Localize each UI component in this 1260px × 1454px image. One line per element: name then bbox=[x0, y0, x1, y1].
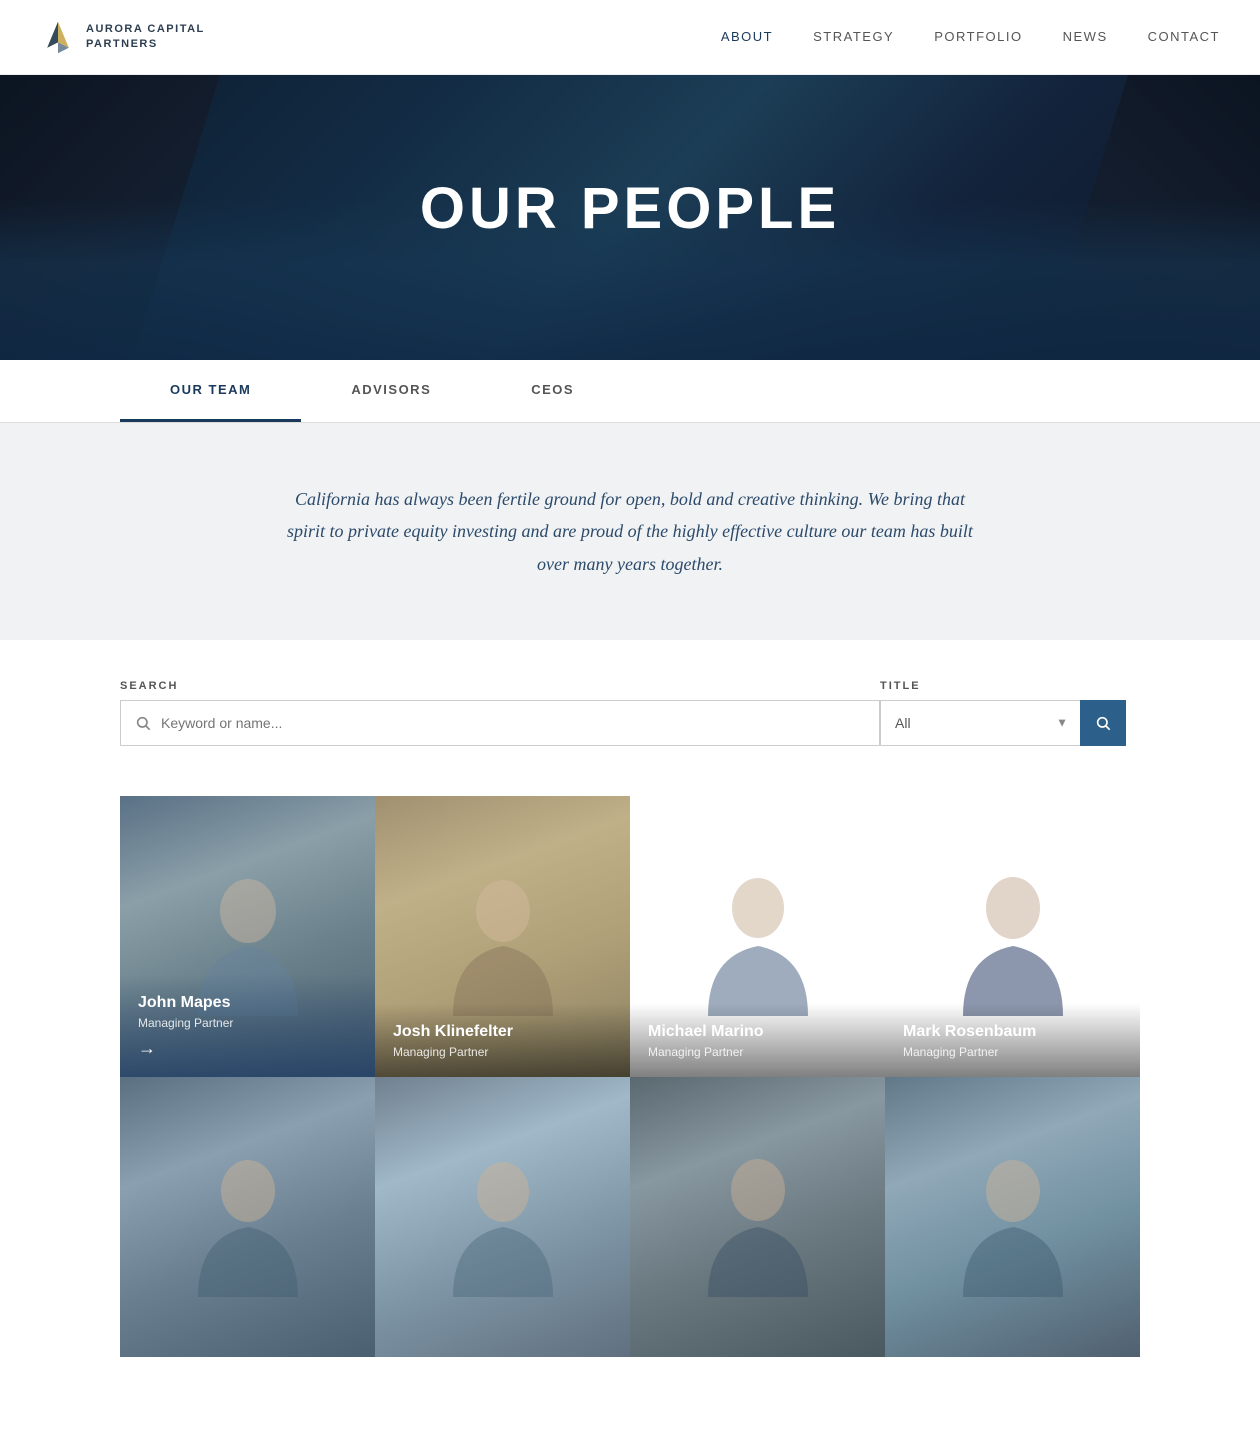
card-overlay-josh: Josh Klinefelter Managing Partner bbox=[375, 1003, 630, 1077]
navbar: AURORA CAPITAL PARTNERS ABOUT STRATEGY P… bbox=[0, 0, 1260, 75]
logo-icon bbox=[40, 19, 76, 55]
person-silhouette-mark bbox=[953, 856, 1073, 1016]
team-card-michael-marino[interactable]: Michael Marino Managing Partner bbox=[630, 796, 885, 1077]
arrow-icon-john: → bbox=[138, 1038, 357, 1059]
nav-item-about[interactable]: ABOUT bbox=[721, 28, 773, 46]
title-group: TITLE All Managing Partner Partner Princ… bbox=[880, 680, 1140, 746]
title-label: TITLE bbox=[880, 680, 1140, 692]
tab-our-team[interactable]: OUR TEAM bbox=[120, 360, 301, 422]
person-silhouette-row2-2 bbox=[443, 1137, 563, 1297]
team-grid: John Mapes Managing Partner → Josh Kline… bbox=[0, 776, 1260, 1417]
tab-ceos[interactable]: CEOS bbox=[481, 360, 624, 422]
tabs-bar: OUR TEAM ADVISORS CEOS bbox=[0, 360, 1260, 423]
card-title-michael: Managing Partner bbox=[648, 1045, 867, 1059]
person-photo-row2-4 bbox=[885, 1077, 1140, 1358]
search-group: SEARCH bbox=[120, 680, 880, 746]
card-title-josh: Managing Partner bbox=[393, 1045, 612, 1059]
team-card-row2-2[interactable] bbox=[375, 1077, 630, 1358]
person-photo-row2-3 bbox=[630, 1077, 885, 1358]
person-photo-row2-1 bbox=[120, 1077, 375, 1358]
search-input[interactable] bbox=[161, 715, 865, 731]
search-button[interactable] bbox=[1080, 700, 1126, 746]
card-title-mark: Managing Partner bbox=[903, 1045, 1122, 1059]
team-card-josh-klinefelter[interactable]: Josh Klinefelter Managing Partner bbox=[375, 796, 630, 1077]
card-name-mark: Mark Rosenbaum bbox=[903, 1023, 1122, 1041]
person-silhouette-josh bbox=[443, 856, 563, 1016]
team-card-row2-3[interactable] bbox=[630, 1077, 885, 1358]
team-card-row2-4[interactable] bbox=[885, 1077, 1140, 1358]
search-button-icon bbox=[1095, 715, 1111, 731]
title-select[interactable]: All Managing Partner Partner Principal A… bbox=[880, 700, 1080, 746]
logo[interactable]: AURORA CAPITAL PARTNERS bbox=[40, 19, 205, 55]
team-card-row2-1[interactable] bbox=[120, 1077, 375, 1358]
search-label: SEARCH bbox=[120, 680, 880, 692]
card-overlay-john: John Mapes Managing Partner → bbox=[120, 974, 375, 1077]
nav-links: ABOUT STRATEGY PORTFOLIO NEWS CONTACT bbox=[721, 28, 1220, 46]
nav-item-contact[interactable]: CONTACT bbox=[1148, 28, 1220, 46]
person-silhouette-row2-4 bbox=[953, 1137, 1073, 1297]
person-silhouette-row2-1 bbox=[188, 1137, 308, 1297]
tagline-section: California has always been fertile groun… bbox=[0, 423, 1260, 640]
tab-advisors[interactable]: ADVISORS bbox=[301, 360, 481, 422]
search-icon bbox=[135, 715, 151, 731]
nav-item-strategy[interactable]: STRATEGY bbox=[813, 28, 894, 46]
card-overlay-mark: Mark Rosenbaum Managing Partner bbox=[885, 1003, 1140, 1077]
card-name-michael: Michael Marino bbox=[648, 1023, 867, 1041]
nav-item-news[interactable]: NEWS bbox=[1063, 28, 1108, 46]
title-select-wrap: All Managing Partner Partner Principal A… bbox=[880, 700, 1140, 746]
person-photo-row2-2 bbox=[375, 1077, 630, 1358]
title-select-container: All Managing Partner Partner Principal A… bbox=[880, 700, 1080, 746]
card-title-john: Managing Partner bbox=[138, 1016, 357, 1030]
person-silhouette-michael bbox=[698, 856, 818, 1016]
team-card-mark-rosenbaum[interactable]: Mark Rosenbaum Managing Partner bbox=[885, 796, 1140, 1077]
search-input-wrap bbox=[120, 700, 880, 746]
logo-text: AURORA CAPITAL PARTNERS bbox=[86, 22, 205, 53]
search-section: SEARCH TITLE All Managing Partner Partne… bbox=[0, 640, 1260, 776]
card-name-josh: Josh Klinefelter bbox=[393, 1023, 612, 1041]
tabs-inner: OUR TEAM ADVISORS CEOS bbox=[120, 360, 1140, 422]
nav-item-portfolio[interactable]: PORTFOLIO bbox=[934, 28, 1022, 46]
person-silhouette-row2-3 bbox=[698, 1137, 818, 1297]
search-row: SEARCH TITLE All Managing Partner Partne… bbox=[120, 680, 1140, 746]
tagline-text: California has always been fertile groun… bbox=[280, 483, 980, 580]
hero-section: OUR PEOPLE bbox=[0, 75, 1260, 360]
hero-title: OUR PEOPLE bbox=[0, 75, 1260, 242]
team-card-john-mapes[interactable]: John Mapes Managing Partner → bbox=[120, 796, 375, 1077]
card-name-john: John Mapes bbox=[138, 994, 357, 1012]
card-overlay-michael: Michael Marino Managing Partner bbox=[630, 1003, 885, 1077]
